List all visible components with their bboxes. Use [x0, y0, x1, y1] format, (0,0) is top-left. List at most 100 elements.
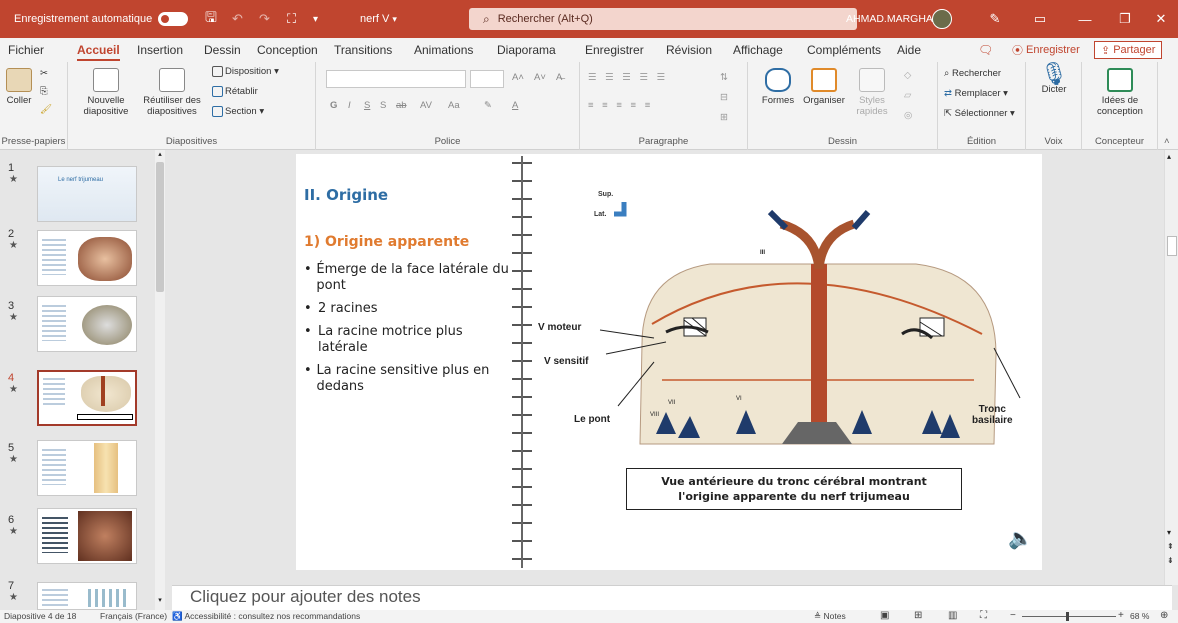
bold-icon[interactable]: G	[330, 100, 337, 111]
tab-dessin[interactable]: Dessin	[204, 43, 241, 57]
toggle-switch[interactable]	[158, 12, 189, 26]
thumbnail-slide-1[interactable]: Le nerf trijumeau	[37, 166, 137, 222]
thumbnail-slide-7[interactable]	[37, 582, 137, 610]
user-name[interactable]: AHMAD.MARGHADI	[846, 0, 943, 38]
reading-view-icon[interactable]: ▥	[948, 610, 957, 621]
tab-revision[interactable]: Révision	[666, 43, 712, 57]
quick-styles-button[interactable]: Styles rapides	[852, 68, 892, 117]
present-icon[interactable]: ⛶	[287, 0, 296, 38]
reset-button[interactable]: Rétablir	[212, 86, 258, 97]
dictate-button[interactable]: 🎙 Dicter	[1036, 63, 1072, 96]
figure-caption-box[interactable]: Vue antérieure du tronc cérébral montran…	[626, 468, 962, 510]
zoom-level[interactable]: 68 %	[1130, 611, 1149, 621]
ribbon-display-icon[interactable]: ▭	[1025, 0, 1055, 38]
thumbnail-slide-6[interactable]	[37, 508, 137, 564]
shrink-font-icon[interactable]: A˅	[534, 72, 546, 83]
normal-view-icon[interactable]: ▣	[880, 610, 889, 621]
undo-icon[interactable]: ↶	[232, 0, 243, 38]
thumbnail-slide-4-selected[interactable]	[37, 370, 137, 426]
tab-enregistrer[interactable]: Enregistrer	[585, 43, 644, 57]
redo-icon[interactable]: ↷	[259, 0, 270, 38]
zoom-out-icon[interactable]: −	[1010, 610, 1016, 621]
shape-fill-icon[interactable]: ◇	[904, 70, 911, 81]
record-button[interactable]: ⦿ Enregistrer	[1006, 41, 1086, 59]
reuse-slides-button[interactable]: Réutiliser des diapositives	[140, 68, 204, 117]
brainstem-figure[interactable]: Sup. Lat. III VI VII VIII	[536, 154, 1040, 474]
clear-format-icon[interactable]: A̶	[556, 72, 562, 83]
pen-icon[interactable]: ✎	[980, 0, 1010, 38]
paste-button[interactable]: Coller	[6, 68, 32, 106]
tab-complements[interactable]: Compléments	[807, 43, 881, 57]
char-spacing-icon[interactable]: AV	[420, 100, 432, 111]
scrollbar-thumb[interactable]	[156, 162, 164, 292]
shape-outline-icon[interactable]: ▱	[904, 90, 911, 101]
slide-heading[interactable]: II. Origine	[304, 186, 388, 204]
zoom-slider[interactable]	[1022, 612, 1116, 621]
minimize-icon[interactable]: —	[1070, 0, 1100, 38]
slide-canvas[interactable]: II. Origine 1) Origine apparente • Émerge…	[296, 154, 1042, 570]
shape-effects-icon[interactable]: ◎	[904, 110, 912, 121]
accessibility-status[interactable]: ♿ Accessibilité : consultez nos recomman…	[172, 611, 360, 622]
avatar[interactable]	[932, 9, 952, 29]
strikethrough-icon[interactable]: ab	[396, 100, 407, 111]
tab-transitions[interactable]: Transitions	[334, 43, 392, 57]
notes-pane[interactable]: Cliquez pour ajouter des notes	[172, 585, 1172, 611]
tab-aide[interactable]: Aide	[897, 43, 921, 57]
notes-placeholder[interactable]: Cliquez pour ajouter des notes	[190, 587, 421, 607]
speaker-icon[interactable]: 🔈	[1008, 526, 1033, 551]
italic-icon[interactable]: I	[348, 100, 351, 111]
notes-toggle[interactable]: ≜ Notes	[814, 611, 846, 622]
language-indicator[interactable]: Français (France)	[100, 611, 167, 621]
thumbnail-slide-5[interactable]	[37, 440, 137, 496]
change-case-icon[interactable]: Aa	[448, 100, 460, 111]
shapes-button[interactable]: Formes	[760, 68, 796, 106]
list-icons[interactable]: ☰ ☰ ☰ ☰ ☰	[588, 72, 668, 83]
select-button[interactable]: ⇱ Sélectionner ▾	[944, 108, 1015, 119]
copy-icon[interactable]: ⎘	[40, 86, 48, 97]
tab-animations[interactable]: Animations	[414, 43, 473, 57]
tab-fichier[interactable]: Fichier	[8, 43, 44, 57]
align-icons[interactable]: ≡ ≡ ≡ ≡ ≡	[588, 100, 653, 111]
tab-accueil[interactable]: Accueil	[77, 43, 120, 61]
tab-conception[interactable]: Conception	[257, 43, 318, 57]
thumbnail-slide-2[interactable]	[37, 230, 137, 286]
tab-diaporama[interactable]: Diaporama	[497, 43, 556, 57]
slide-bullet-list[interactable]: • Émerge de la face latérale du pont • 2 r…	[304, 262, 516, 395]
slide-subheading[interactable]: 1) Origine apparente	[304, 234, 469, 250]
font-size-select[interactable]	[470, 70, 504, 88]
scroll-up-icon[interactable]: ▴	[1167, 152, 1171, 161]
format-painter-icon[interactable]: 🖌	[40, 104, 52, 115]
align-text-icon[interactable]: ⊟	[720, 92, 728, 103]
slide-sorter-icon[interactable]: ⊞	[914, 610, 922, 621]
filename-menu[interactable]: nerf V ▾	[360, 0, 397, 38]
zoom-in-icon[interactable]: +	[1118, 610, 1124, 621]
close-icon[interactable]: ✕	[1146, 0, 1176, 38]
collapse-ribbon-icon[interactable]: ˄	[1164, 136, 1170, 147]
cut-icon[interactable]: ✂	[40, 68, 48, 79]
customize-quick-access-icon[interactable]: ▾	[313, 0, 318, 38]
find-button[interactable]: ⌕ Rechercher	[944, 68, 1001, 79]
section-button[interactable]: Section ▾	[212, 106, 264, 117]
design-ideas-button[interactable]: Idées de conception	[1092, 68, 1148, 117]
restore-icon[interactable]: ❐	[1110, 0, 1140, 38]
replace-button[interactable]: ⇄ Remplacer ▾	[944, 88, 1008, 99]
fit-slide-icon[interactable]: ⊕	[1160, 610, 1168, 621]
slide-scrollbar[interactable]: ▴ ▾ ⇞ ⇟	[1164, 150, 1178, 585]
thumbnail-slide-3[interactable]	[37, 296, 137, 352]
comments-icon[interactable]: 🗨	[978, 43, 993, 57]
autosave-toggle[interactable]: Enregistrement automatique	[14, 0, 189, 38]
arrange-button[interactable]: Organiser	[802, 68, 846, 106]
smartart-icon[interactable]: ⊞	[720, 112, 728, 123]
new-slide-button[interactable]: Nouvelle diapositive	[80, 68, 132, 117]
underline-icon[interactable]: S	[364, 100, 370, 111]
scroll-down-icon[interactable]: ▾	[1167, 528, 1171, 537]
thumbnail-scrollbar[interactable]: ▴ ▾	[155, 150, 165, 610]
text-direction-icon[interactable]: ⇅	[720, 72, 728, 83]
search-box[interactable]: ⌕ Rechercher (Alt+Q)	[469, 8, 857, 30]
previous-slide-icon[interactable]: ⇞	[1167, 542, 1174, 551]
scrollbar-thumb[interactable]	[1167, 236, 1177, 256]
tab-insertion[interactable]: Insertion	[137, 43, 183, 57]
share-button[interactable]: ⇪ Partager	[1094, 41, 1163, 59]
save-icon[interactable]: 🖫	[205, 0, 217, 38]
zoom-slider-thumb[interactable]	[1066, 612, 1069, 621]
